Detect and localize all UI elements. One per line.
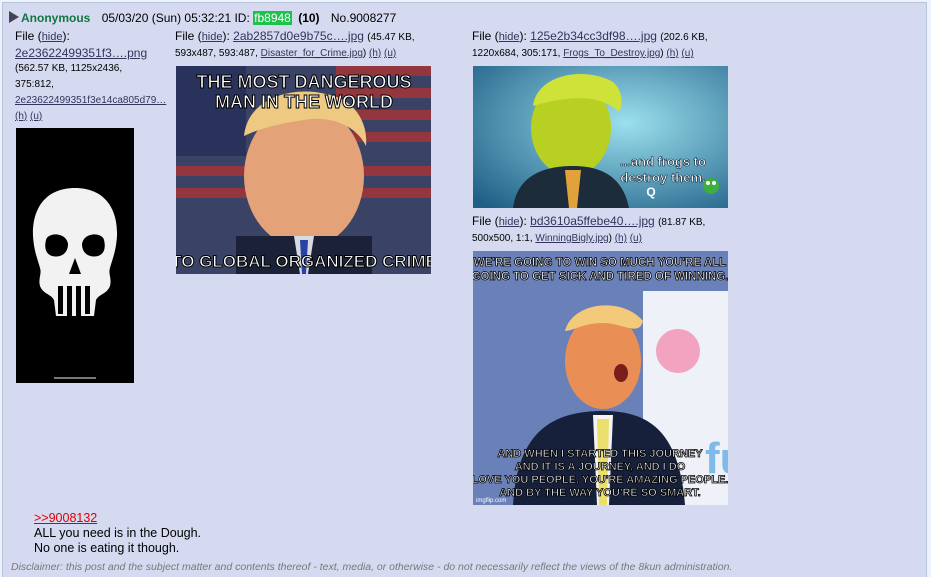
- file-meta: (562.57 KB, 1125x2436,: [15, 63, 123, 74]
- caption-top-line2: MAN IN THE WORLD: [215, 92, 393, 112]
- svg-text:AND BY THE WAY YOU'RE SO SMART: AND BY THE WAY YOU'RE SO SMART.: [499, 487, 700, 499]
- original-filename-link[interactable]: WinningBigly.jpg: [535, 233, 608, 244]
- original-filename-link[interactable]: Frogs_To_Destroy.jpg: [563, 48, 660, 59]
- unique-search-link[interactable]: (u): [681, 48, 693, 59]
- caption-line1: ...and frogs to: [620, 154, 706, 169]
- file-meta-ratio: 500x500, 1:1,: [472, 233, 533, 244]
- post-container: Anonymous 05/03/20 (Sun) 05:32:21 ID: fb…: [2, 2, 927, 577]
- post-date: 05/03/20 (Sun) 05:32:21: [101, 11, 232, 25]
- thumbnail-most-dangerous-man[interactable]: THE MOST DANGEROUS MAN IN THE WORLD TO G…: [176, 66, 431, 274]
- poster-id[interactable]: fb8948: [253, 11, 292, 25]
- post-body: >>9008132 ALL you need is in the Dough. …: [34, 511, 201, 556]
- collapse-triangle-icon[interactable]: [9, 11, 19, 23]
- file-info-1: File (hide): 2e23622499351f3….png (562.5…: [15, 28, 175, 125]
- hash-search-link[interactable]: (h): [666, 48, 678, 59]
- unique-search-link[interactable]: (u): [30, 111, 42, 122]
- file-label: File: [472, 29, 492, 43]
- caption-line2: destroy them.: [620, 170, 705, 185]
- watermark: imgflip.com: [476, 498, 506, 504]
- unique-search-link[interactable]: (u): [384, 48, 396, 59]
- hide-link[interactable]: hide: [499, 216, 520, 228]
- file-meta: (81.87 KB,: [658, 217, 706, 228]
- thumbnail-punisher-skull[interactable]: [16, 128, 134, 383]
- hash-search-link[interactable]: (h): [15, 111, 27, 122]
- file-name-link[interactable]: 2ab2857d0e9b75c….jpg: [233, 29, 364, 43]
- file-name-link[interactable]: bd3610a5ffebe40….jpg: [530, 214, 655, 228]
- file-info-2: File (hide): 2ab2857d0e9b75c….jpg (45.47…: [175, 29, 415, 59]
- hide-link[interactable]: hide: [42, 31, 63, 43]
- poster-name: Anonymous: [21, 11, 91, 25]
- svg-text:WE'RE GOING TO WIN SO MUCH YOU: WE'RE GOING TO WIN SO MUCH YOU'RE ALL: [474, 257, 727, 269]
- hash-search-link[interactable]: (h): [369, 48, 381, 59]
- svg-text:GOING TO GET SICK AND TIRED OF: GOING TO GET SICK AND TIRED OF WINNING.: [473, 271, 728, 283]
- reply-quote-link[interactable]: >>9008132: [34, 511, 97, 525]
- meme-image: THE MOST DANGEROUS MAN IN THE WORLD TO G…: [176, 66, 431, 274]
- post-number[interactable]: No.9008277: [331, 11, 396, 25]
- reply-count: (10): [298, 11, 320, 25]
- post-header: Anonymous 05/03/20 (Sun) 05:32:21 ID: fb…: [9, 10, 396, 26]
- svg-text:AND IT IS A JOURNEY, AND I DO: AND IT IS A JOURNEY, AND I DO: [515, 461, 686, 473]
- meme-image: fu WE'RE GOING TO WIN SO MUCH YOU'RE ALL…: [473, 251, 728, 505]
- file-meta: (45.47 KB,: [367, 32, 415, 43]
- file-info-4: File (hide): bd3610a5ffebe40….jpg (81.87…: [472, 214, 706, 244]
- unique-search-link[interactable]: (u): [630, 233, 642, 244]
- caption-bottom: TO GLOBAL ORGANIZED CRIME: [176, 252, 431, 271]
- file-name-link[interactable]: 2e23622499351f3….png: [15, 46, 147, 60]
- meme-image: ...and frogs to destroy them. Q: [473, 66, 728, 208]
- svg-text:AND WHEN I STARTED THIS JOURNE: AND WHEN I STARTED THIS JOURNEY: [497, 448, 703, 460]
- skull-image: [32, 188, 118, 379]
- caption-top-line1: THE MOST DANGEROUS: [196, 72, 411, 92]
- thumbnail-frogs-to-destroy[interactable]: ...and frogs to destroy them. Q: [473, 66, 728, 208]
- message-line-2: No one is eating it though.: [34, 541, 180, 555]
- original-filename-link[interactable]: 2e23622499351f3e14ca805d79…: [15, 95, 166, 106]
- file-meta: (202.6 KB,: [660, 32, 708, 43]
- original-filename-link[interactable]: Disaster_for_Crime.jpg: [261, 48, 363, 59]
- id-label: ID:: [234, 11, 250, 25]
- file-meta-ratio: 593x487, 593:487,: [175, 48, 258, 59]
- caption-q: Q: [646, 185, 655, 199]
- message-line-1: ALL you need is in the Dough.: [34, 526, 202, 540]
- hide-link[interactable]: hide: [499, 31, 520, 43]
- hash-search-link[interactable]: (h): [615, 233, 627, 244]
- thumbnail-winning-bigly[interactable]: fu WE'RE GOING TO WIN SO MUCH YOU'RE ALL…: [473, 251, 728, 505]
- disclaimer: Disclaimer: this post and the subject ma…: [11, 561, 733, 573]
- file-label: File: [15, 29, 35, 43]
- svg-text:LOVE YOU PEOPLE. YOU'RE AMAZIN: LOVE YOU PEOPLE. YOU'RE AMAZING PEOPLE.: [473, 474, 728, 486]
- hide-link[interactable]: hide: [202, 31, 223, 43]
- file-name-link[interactable]: 125e2b34cc3df98….jpg: [530, 29, 657, 43]
- file-meta-ratio: 1220x684, 305:171,: [472, 48, 561, 59]
- file-label: File: [175, 29, 195, 43]
- caption-bottom-block: AND WHEN I STARTED THIS JOURNEY AND IT I…: [473, 448, 728, 500]
- file-meta-ratio: 375:812,: [15, 79, 54, 90]
- file-label: File: [472, 214, 492, 228]
- file-info-3: File (hide): 125e2b34cc3df98….jpg (202.6…: [472, 29, 708, 59]
